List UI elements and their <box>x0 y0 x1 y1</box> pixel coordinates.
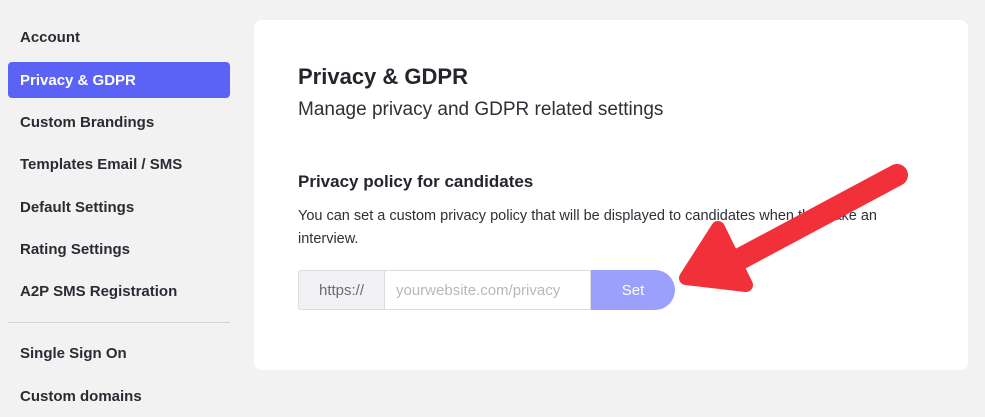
privacy-policy-description: You can set a custom privacy policy that… <box>298 208 877 247</box>
page-title: Privacy & GDPR <box>298 64 468 89</box>
sidebar-item-templates-email-sms[interactable]: Templates Email / SMS <box>8 146 230 182</box>
sidebar-item-custom-domains[interactable]: Custom domains <box>8 378 230 414</box>
sidebar-item-default-settings[interactable]: Default Settings <box>8 189 230 225</box>
sidebar-item-single-sign-on[interactable]: Single Sign On <box>8 335 230 371</box>
sidebar-item-rating-settings[interactable]: Rating Settings <box>8 231 230 267</box>
sidebar-item-privacy-gdpr[interactable]: Privacy & GDPR <box>8 62 230 98</box>
sidebar-item-custom-brandings[interactable]: Custom Brandings <box>8 104 230 140</box>
sidebar-item-a2p-sms-registration[interactable]: A2P SMS Registration <box>8 273 230 309</box>
privacy-policy-section-title: Privacy policy for candidates <box>298 172 534 191</box>
settings-sidebar: Account Privacy & GDPR Custom Brandings … <box>0 0 240 417</box>
sidebar-divider <box>8 322 230 323</box>
privacy-policy-url-group: https:// Set <box>298 270 675 310</box>
page-subtitle: Manage privacy and GDPR related settings <box>298 99 664 120</box>
set-button[interactable]: Set <box>591 270 675 310</box>
privacy-policy-url-input[interactable] <box>384 270 591 310</box>
sidebar-item-account[interactable]: Account <box>8 19 230 55</box>
url-prefix-label: https:// <box>298 270 384 310</box>
privacy-settings-card: Privacy & GDPR Manage privacy and GDPR r… <box>254 20 968 370</box>
